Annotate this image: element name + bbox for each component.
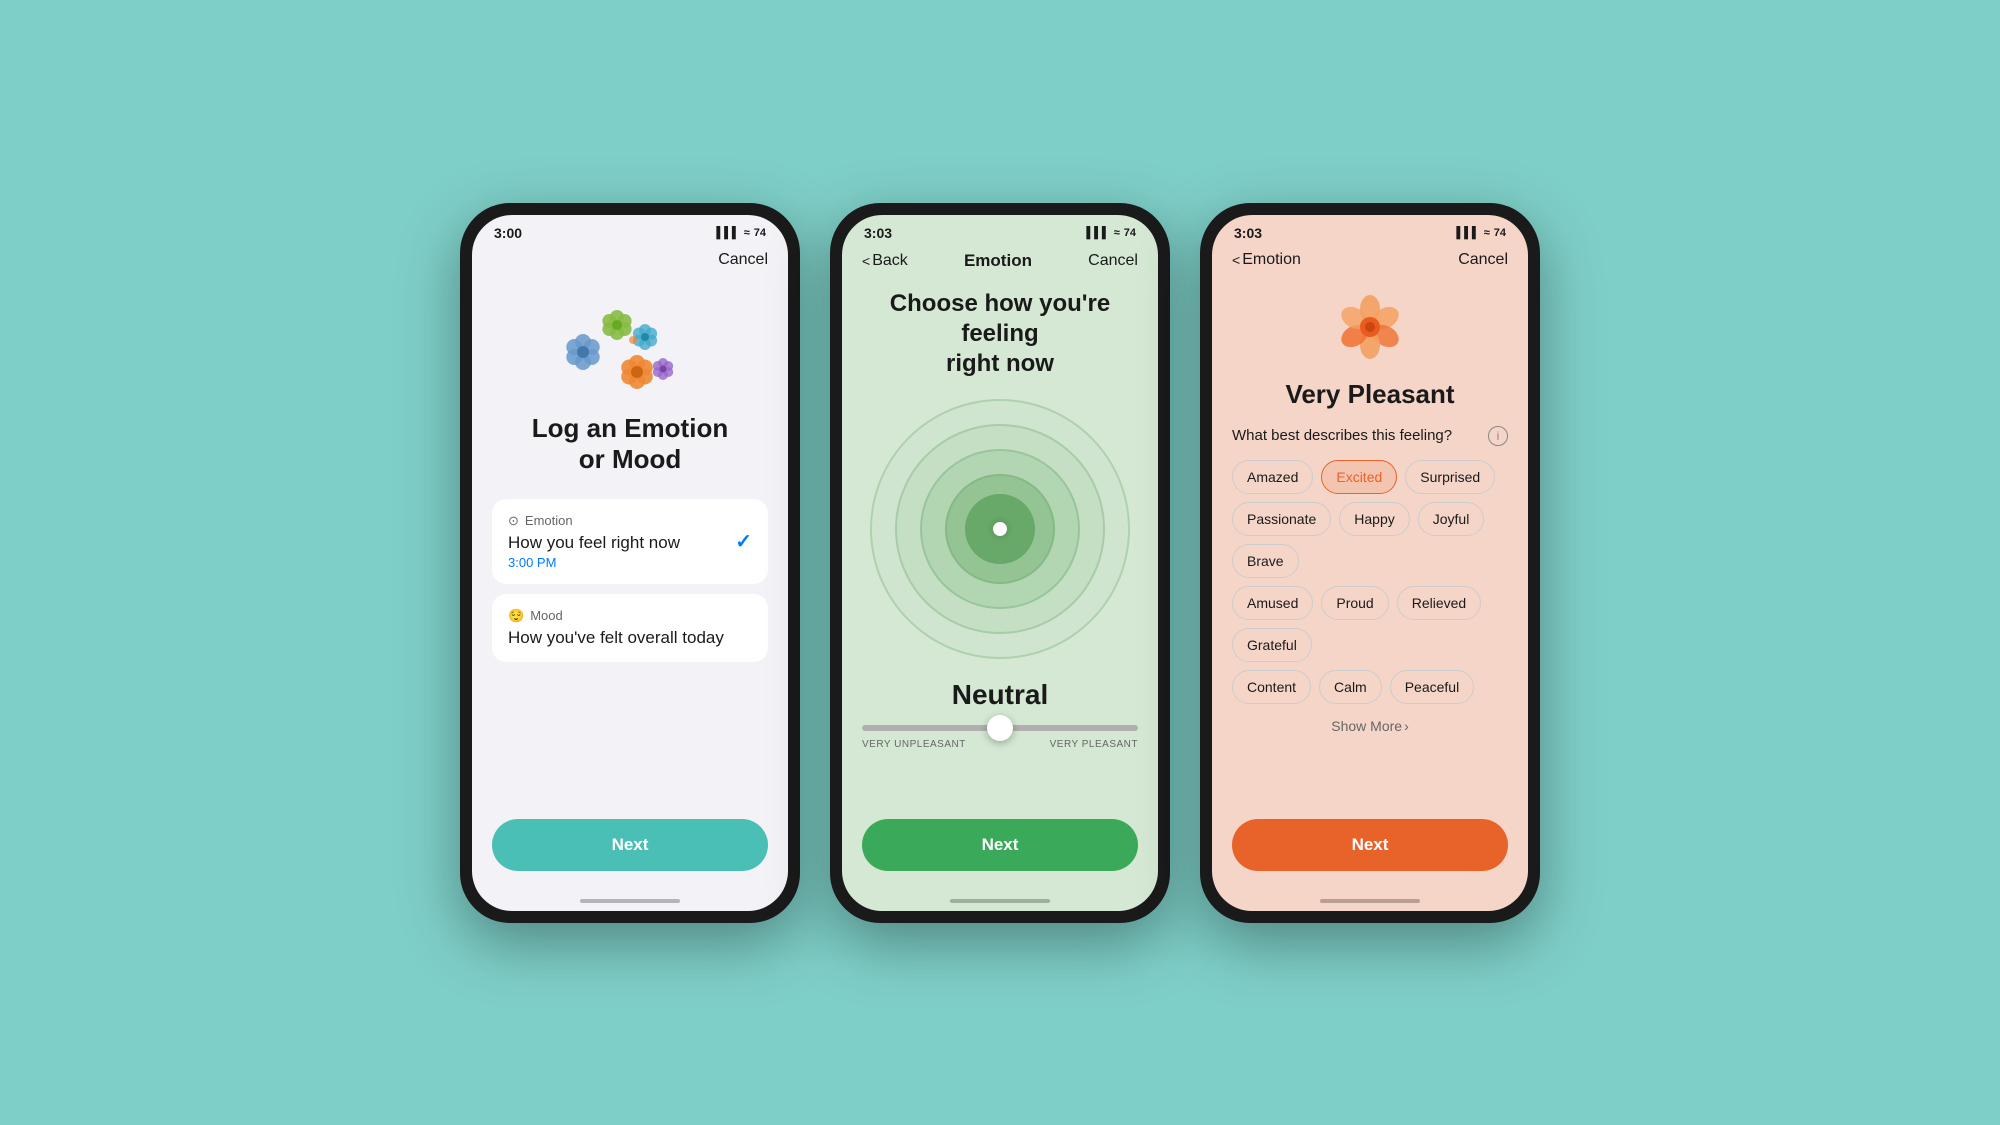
- signal-icon-2: ▌▌▌: [1086, 227, 1109, 239]
- cancel-button-2[interactable]: Cancel: [1088, 252, 1138, 270]
- emotion-option[interactable]: ⊙ Emotion How you feel right now 3:00 PM…: [492, 499, 768, 584]
- phone-1: 3:00 ▌▌▌ ≈ 74 Cancel: [460, 203, 800, 923]
- cancel-button-1[interactable]: Cancel: [718, 251, 768, 269]
- pleasant-title: Very Pleasant: [1285, 379, 1454, 410]
- emotion-label: Emotion: [525, 513, 573, 528]
- chevron-icon-2: <: [862, 253, 870, 269]
- chevron-icon-3: <: [1232, 252, 1240, 268]
- next-button-2[interactable]: Next: [862, 819, 1138, 871]
- mood-icon: 😌: [508, 608, 524, 624]
- emotion-checkmark: ✓: [735, 529, 752, 554]
- time-1: 3:00: [494, 225, 522, 241]
- battery-2: 74: [1124, 227, 1136, 239]
- tags-row-4: Content Calm Peaceful: [1232, 670, 1508, 704]
- home-indicator-2: [950, 899, 1050, 903]
- tag-happy[interactable]: Happy: [1339, 502, 1409, 536]
- tag-joyful[interactable]: Joyful: [1418, 502, 1485, 536]
- info-icon[interactable]: i: [1488, 426, 1508, 446]
- phone2-title: Choose how you're feelingright now: [862, 289, 1138, 379]
- tags-row-3: Amused Proud Relieved Grateful: [1232, 586, 1508, 662]
- battery-1: 74: [754, 227, 766, 239]
- nav-title-2: Emotion: [964, 251, 1032, 271]
- home-indicator-3: [1320, 899, 1420, 903]
- next-button-3[interactable]: Next: [1232, 819, 1508, 871]
- describe-label: What best describes this feeling?: [1232, 427, 1452, 444]
- next-button-1[interactable]: Next: [492, 819, 768, 871]
- nav-bar-3: < Emotion Cancel: [1212, 245, 1528, 277]
- status-bar-2: 3:03 ▌▌▌ ≈ 74: [842, 215, 1158, 245]
- tag-passionate[interactable]: Passionate: [1232, 502, 1331, 536]
- status-icons-3: ▌▌▌ ≈ 74: [1456, 227, 1506, 239]
- tag-amazed[interactable]: Amazed: [1232, 460, 1313, 494]
- tag-brave[interactable]: Brave: [1232, 544, 1299, 578]
- emotion-time: 3:00 PM: [508, 555, 680, 570]
- mood-label: Mood: [530, 608, 563, 623]
- status-icons-1: ▌▌▌ ≈ 74: [716, 227, 766, 239]
- phones-container: 3:00 ▌▌▌ ≈ 74 Cancel: [460, 203, 1540, 923]
- emotion-circle: [870, 399, 1130, 659]
- flowers-illustration: [565, 297, 695, 397]
- home-indicator-1: [580, 899, 680, 903]
- signal-icon-3: ▌▌▌: [1456, 227, 1479, 239]
- tags-container: Amazed Excited Surprised Passionate Happ…: [1232, 460, 1508, 712]
- tag-content[interactable]: Content: [1232, 670, 1311, 704]
- tag-excited[interactable]: Excited: [1321, 460, 1397, 494]
- emotion-icon: ⊙: [508, 513, 519, 529]
- mood-option[interactable]: 😌 Mood How you've felt overall today: [492, 594, 768, 662]
- back-button-3[interactable]: < Emotion: [1232, 251, 1301, 269]
- time-3: 3:03: [1234, 225, 1262, 241]
- emotion-level-label: Neutral: [952, 679, 1048, 711]
- show-more[interactable]: Show More ›: [1331, 718, 1408, 734]
- slider-container: VERY UNPLEASANT VERY PLEASANT: [862, 725, 1138, 750]
- emotion-description: How you feel right now: [508, 533, 680, 553]
- tags-row-2: Passionate Happy Joyful Brave: [1232, 502, 1508, 578]
- bottom-bar-1: [472, 891, 788, 911]
- tag-grateful[interactable]: Grateful: [1232, 628, 1312, 662]
- tag-surprised[interactable]: Surprised: [1405, 460, 1495, 494]
- pleasant-flower-icon: [1330, 287, 1410, 367]
- time-2: 3:03: [864, 225, 892, 241]
- battery-3: 74: [1494, 227, 1506, 239]
- status-bar-3: 3:03 ▌▌▌ ≈ 74: [1212, 215, 1528, 245]
- status-icons-2: ▌▌▌ ≈ 74: [1086, 227, 1136, 239]
- tag-proud[interactable]: Proud: [1321, 586, 1388, 620]
- mood-description: How you've felt overall today: [508, 628, 752, 648]
- phone1-content: Log an Emotionor Mood ⊙ Emotion How you …: [472, 277, 788, 891]
- slider-left-label: VERY UNPLEASANT: [862, 739, 966, 750]
- phone-2: 3:03 ▌▌▌ ≈ 74 < Back Emotion Cancel Choo…: [830, 203, 1170, 923]
- bottom-bar-2: [842, 891, 1158, 911]
- bottom-bar-3: [1212, 891, 1528, 911]
- nav-bar-2: < Back Emotion Cancel: [842, 245, 1158, 279]
- back-button-2[interactable]: < Back: [862, 252, 908, 270]
- cancel-button-3[interactable]: Cancel: [1458, 251, 1508, 269]
- phone-3: 3:03 ▌▌▌ ≈ 74 < Emotion Cancel: [1200, 203, 1540, 923]
- wifi-icon-1: ≈: [744, 227, 750, 239]
- slider-thumb[interactable]: [987, 715, 1013, 741]
- phone3-content: Very Pleasant What best describes this f…: [1212, 277, 1528, 891]
- phone1-title: Log an Emotionor Mood: [532, 413, 728, 475]
- tag-amused[interactable]: Amused: [1232, 586, 1313, 620]
- chevron-right-icon: ›: [1404, 718, 1409, 734]
- slider-track[interactable]: [862, 725, 1138, 731]
- signal-icon-1: ▌▌▌: [716, 227, 739, 239]
- wifi-icon-2: ≈: [1114, 227, 1120, 239]
- tag-relieved[interactable]: Relieved: [1397, 586, 1481, 620]
- tags-row-1: Amazed Excited Surprised: [1232, 460, 1508, 494]
- slider-right-label: VERY PLEASANT: [1050, 739, 1138, 750]
- describe-row: What best describes this feeling? i: [1232, 426, 1508, 446]
- phone2-content: Choose how you're feelingright now Neutr…: [842, 279, 1158, 891]
- tag-calm[interactable]: Calm: [1319, 670, 1382, 704]
- dot-center[interactable]: [993, 522, 1007, 536]
- status-bar-1: 3:00 ▌▌▌ ≈ 74: [472, 215, 788, 245]
- tag-peaceful[interactable]: Peaceful: [1390, 670, 1474, 704]
- wifi-icon-3: ≈: [1484, 227, 1490, 239]
- nav-bar-1: Cancel: [472, 245, 788, 277]
